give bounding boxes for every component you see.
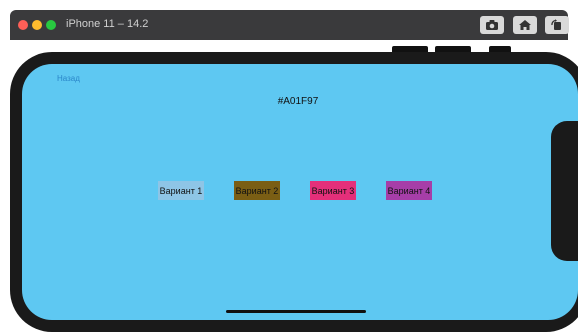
window-title: iPhone 11 – 14.2 [66, 18, 149, 30]
variant-1-button[interactable]: Вариант 1 [158, 181, 204, 200]
camera-icon [486, 20, 498, 30]
app-screen: Назад #A01F97 Вариант 1 Вариант 2 Вариан… [22, 64, 578, 320]
variant-2-button[interactable]: Вариант 2 [234, 181, 280, 200]
home-icon [519, 20, 531, 30]
close-window-button[interactable] [18, 20, 28, 30]
variant-4-button[interactable]: Вариант 4 [386, 181, 432, 200]
rotate-icon [551, 19, 561, 30]
minimize-window-button[interactable] [32, 20, 42, 30]
back-button[interactable]: Назад [57, 74, 80, 83]
rotate-button[interactable] [545, 16, 569, 34]
notch [551, 121, 578, 261]
home-button[interactable] [513, 16, 537, 34]
maximize-window-button[interactable] [46, 20, 56, 30]
color-hex-label: #A01F97 [277, 96, 319, 107]
home-indicator[interactable] [226, 310, 366, 313]
simulator-titlebar: iPhone 11 – 14.2 [10, 10, 569, 40]
screenshot-button[interactable] [480, 16, 504, 34]
variant-3-button[interactable]: Вариант 3 [310, 181, 356, 200]
